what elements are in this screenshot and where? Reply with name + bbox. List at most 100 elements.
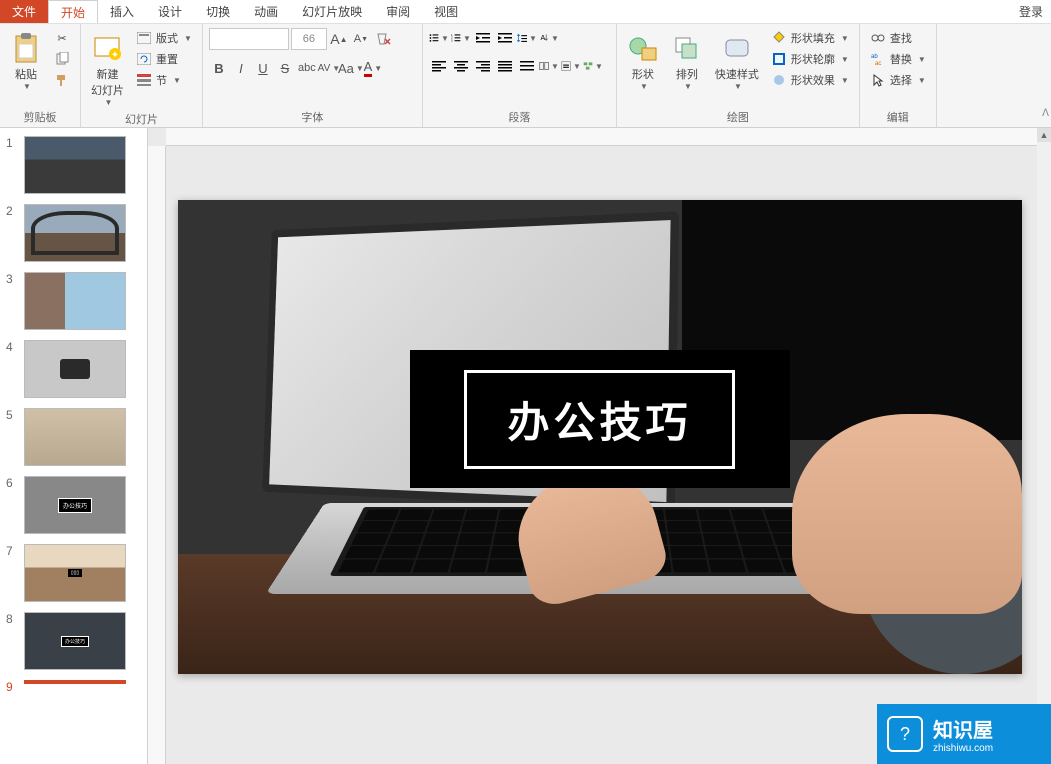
collapse-ribbon-icon[interactable]: ᐱ <box>1042 108 1049 119</box>
numbering-button[interactable]: 123▼ <box>451 28 471 48</box>
chevron-down-icon: ▼ <box>105 98 113 107</box>
title-box[interactable]: 办公技巧 <box>410 350 790 488</box>
svg-text:A: A <box>540 33 545 42</box>
tab-slideshow[interactable]: 幻灯片放映 <box>290 0 374 23</box>
line-spacing-button[interactable]: ▼ <box>517 28 537 48</box>
strikethrough-button[interactable]: S <box>275 58 295 78</box>
tab-transitions[interactable]: 切换 <box>194 0 242 23</box>
section-button[interactable]: 节▼ <box>132 70 196 90</box>
horizontal-ruler[interactable] <box>166 128 1037 146</box>
slide-thumb-3[interactable]: 3 <box>0 270 147 338</box>
binoculars-icon <box>870 30 886 46</box>
slide-thumb-7[interactable]: 7▯▯▯ <box>0 542 147 610</box>
shapes-button[interactable]: 形状▼ <box>623 28 663 93</box>
svg-text:ac: ac <box>875 61 881 66</box>
vertical-ruler[interactable] <box>148 146 166 764</box>
copy-button[interactable] <box>50 49 74 69</box>
reset-button[interactable]: 重置 <box>132 49 196 69</box>
arrange-button[interactable]: 排列▼ <box>667 28 707 93</box>
svg-text:✦: ✦ <box>110 50 118 61</box>
watermark-url: zhishiwu.com <box>933 743 993 754</box>
new-slide-button[interactable]: ✦ 新建 幻灯片 ▼ <box>87 28 128 109</box>
quick-styles-icon <box>721 30 753 66</box>
change-case-button[interactable]: Aa▼ <box>341 58 361 78</box>
layout-button[interactable]: 版式▼ <box>132 28 196 48</box>
tab-home[interactable]: 开始 <box>48 0 98 23</box>
copy-icon <box>54 51 70 67</box>
slide-canvas[interactable]: 办公技巧 <box>178 200 1022 674</box>
text-direction-button[interactable]: A▼ <box>539 28 559 48</box>
group-font: 66 A▲ A▼ B I U S abc AV▼ Aa▼ A▼ 字体 <box>203 24 423 127</box>
slide-thumb-9[interactable]: 9 <box>0 678 147 702</box>
tab-view[interactable]: 视图 <box>422 0 470 23</box>
slide-title: 办公技巧 <box>507 389 691 450</box>
watermark-badge: ? 知识屋 zhishiwu.com <box>877 704 1051 764</box>
font-color-button[interactable]: A▼ <box>363 58 383 78</box>
fill-icon <box>771 30 787 46</box>
align-center-button[interactable] <box>451 56 471 76</box>
effects-icon <box>771 72 787 88</box>
scroll-up-icon[interactable]: ▲ <box>1037 128 1051 142</box>
slide-thumb-8[interactable]: 8办公技巧 <box>0 610 147 678</box>
drawing-group-label: 绘图 <box>623 107 853 127</box>
arrange-icon <box>671 30 703 66</box>
vertical-scrollbar[interactable]: ▲ ▼ <box>1037 128 1051 764</box>
quick-styles-button[interactable]: 快速样式▼ <box>711 28 763 93</box>
select-button[interactable]: 选择▼ <box>866 70 930 90</box>
font-name-combo[interactable] <box>209 28 289 50</box>
bullets-button[interactable]: ▼ <box>429 28 449 48</box>
shape-effects-button[interactable]: 形状效果▼ <box>767 70 853 90</box>
group-paragraph: ▼ 123▼ ▼ A▼ ▼ ▼ ▼ 段落 <box>423 24 617 127</box>
distribute-button[interactable] <box>517 56 537 76</box>
columns-button[interactable]: ▼ <box>539 56 559 76</box>
decrease-indent-button[interactable] <box>473 28 493 48</box>
section-icon <box>136 72 152 88</box>
slide-thumb-4[interactable]: 4 <box>0 338 147 406</box>
chevron-down-icon: ▼ <box>23 82 31 91</box>
italic-button[interactable]: I <box>231 58 251 78</box>
cut-button[interactable]: ✂ <box>50 28 74 48</box>
align-right-button[interactable] <box>473 56 493 76</box>
align-text-button[interactable]: ▼ <box>561 56 581 76</box>
paste-button[interactable]: 粘贴 ▼ <box>6 28 46 93</box>
bold-button[interactable]: B <box>209 58 229 78</box>
svg-text:3: 3 <box>451 39 453 43</box>
format-painter-button[interactable] <box>50 70 74 90</box>
increase-font-icon[interactable]: A▲ <box>329 29 349 49</box>
tab-design[interactable]: 设计 <box>146 0 194 23</box>
smartart-button[interactable]: ▼ <box>583 56 603 76</box>
shape-outline-button[interactable]: 形状轮廓▼ <box>767 49 853 69</box>
tab-file[interactable]: 文件 <box>0 0 48 23</box>
justify-button[interactable] <box>495 56 515 76</box>
watermark-icon: ? <box>887 716 923 752</box>
work-area: 1 2 3 4 5 6办公技巧 7▯▯▯ 8办公技巧 9 ▲ ▼ <box>0 128 1051 764</box>
font-group-label: 字体 <box>209 107 416 127</box>
shape-fill-button[interactable]: 形状填充▼ <box>767 28 853 48</box>
increase-indent-button[interactable] <box>495 28 515 48</box>
shadow-button[interactable]: abc <box>297 58 317 78</box>
login-link[interactable]: 登录 <box>1011 0 1051 23</box>
tab-insert[interactable]: 插入 <box>98 0 146 23</box>
slide-thumb-5[interactable]: 5 <box>0 406 147 474</box>
tab-animations[interactable]: 动画 <box>242 0 290 23</box>
slide-thumb-2[interactable]: 2 <box>0 202 147 270</box>
slide-thumb-1[interactable]: 1 <box>0 134 147 202</box>
char-spacing-button[interactable]: AV▼ <box>319 58 339 78</box>
outline-icon <box>771 51 787 67</box>
underline-button[interactable]: U <box>253 58 273 78</box>
ribbon: 粘贴 ▼ ✂ 剪贴板 ✦ 新建 幻灯片 ▼ 版式▼ 重置 节▼ 幻灯片 <box>0 24 1051 128</box>
menu-bar: 文件 开始 插入 设计 切换 动画 幻灯片放映 审阅 视图 登录 <box>0 0 1051 24</box>
slide-thumbnail-panel[interactable]: 1 2 3 4 5 6办公技巧 7▯▯▯ 8办公技巧 9 <box>0 128 148 764</box>
tab-review[interactable]: 审阅 <box>374 0 422 23</box>
cursor-icon <box>870 72 886 88</box>
replace-button[interactable]: abac替换▼ <box>866 49 930 69</box>
clear-format-icon[interactable] <box>373 29 393 49</box>
font-size-combo[interactable]: 66 <box>291 28 327 50</box>
find-button[interactable]: 查找 <box>866 28 930 48</box>
decrease-font-icon[interactable]: A▼ <box>351 29 371 49</box>
group-editing: 查找 abac替换▼ 选择▼ 编辑 <box>860 24 937 127</box>
brush-icon <box>54 72 70 88</box>
slide-thumb-6[interactable]: 6办公技巧 <box>0 474 147 542</box>
slides-group-label: 幻灯片 <box>87 109 196 129</box>
align-left-button[interactable] <box>429 56 449 76</box>
